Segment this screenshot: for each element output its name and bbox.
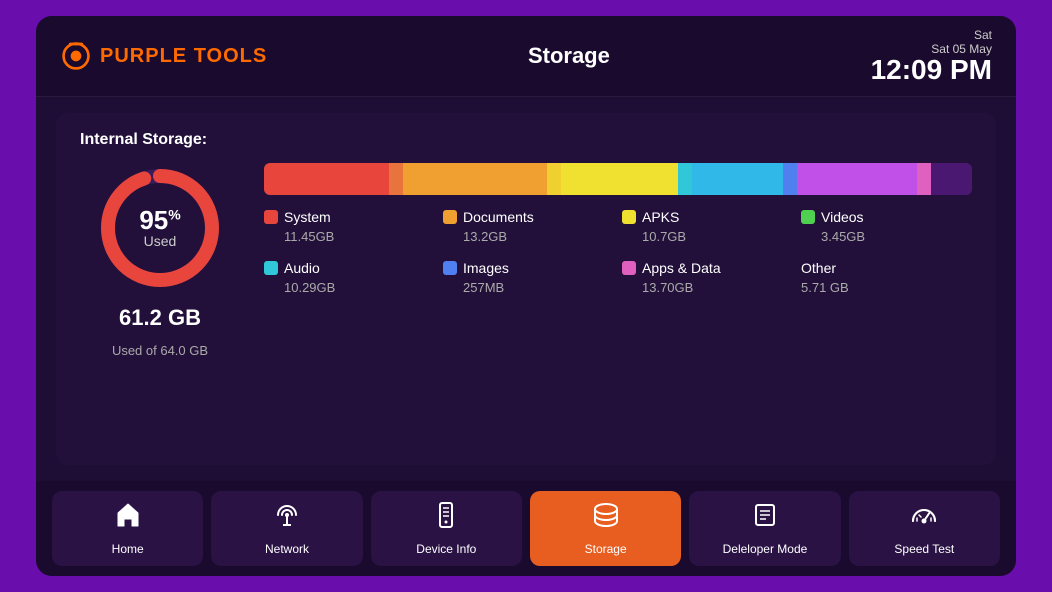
bar-documents [403,163,547,195]
legend-size-system: 11.45GB [264,229,435,244]
nav-developer-mode[interactable]: Deleloper Mode [689,491,840,566]
nav-speed-test[interactable]: Speed Test [849,491,1000,566]
tv-frame: PURPLE TOOLS Storage SatSat 05 May 12:09… [36,16,1016,576]
legend-label-audio: Audio [284,260,320,276]
bar-sep4 [783,163,797,195]
network-icon [273,501,301,536]
legend-appsdata: Apps & Data 13.70GB [622,260,793,295]
developer-icon [751,501,779,536]
legend-audio: Audio 10.29GB [264,260,435,295]
nav-network-label: Network [265,542,309,556]
legend-images: Images 257MB [443,260,614,295]
nav-device-info[interactable]: Device Info [371,491,522,566]
bar-sep3 [678,163,692,195]
bar-sep5 [917,163,931,195]
legend-dot-appsdata [622,261,636,275]
legend-documents: Documents 13.2GB [443,209,614,244]
speedtest-icon [909,501,939,536]
storage-color-bar [264,163,972,195]
legend-label-images: Images [463,260,509,276]
legend-grid: System 11.45GB Documents 13.2GB [264,209,972,295]
legend-system: System 11.45GB [264,209,435,244]
header-date: SatSat 05 May [871,28,992,56]
logo: PURPLE TOOLS [60,40,267,72]
nav-home-label: Home [112,542,144,556]
legend-label-videos: Videos [821,209,864,225]
bar-sep1 [389,163,403,195]
nav-device-info-label: Device Info [416,542,476,556]
storage-icon [591,501,621,536]
legend-dot-audio [264,261,278,275]
header-datetime: SatSat 05 May 12:09 PM [871,28,992,84]
donut-used-label: Used [139,233,180,249]
nav-storage[interactable]: Storage [530,491,681,566]
bar-sep2 [547,163,561,195]
bar-audio [692,163,783,195]
storage-used-of: Used of 64.0 GB [112,343,208,358]
legend-label-apks: APKS [642,209,679,225]
bar-appsdata [797,163,916,195]
bar-apks [561,163,678,195]
legend-size-audio: 10.29GB [264,280,435,295]
main-content: Internal Storage: 95% [36,97,1016,481]
home-icon [114,501,142,536]
storage-body: 95% Used 61.2 GB Used of 64.0 GB [80,163,972,447]
legend-dot-documents [443,210,457,224]
page-title: Storage [528,43,610,69]
legend-dot-apks [622,210,636,224]
nav-network[interactable]: Network [211,491,362,566]
bar-system [264,163,389,195]
bottom-nav: Home Network [36,481,1016,576]
legend-size-videos: 3.45GB [801,229,972,244]
device-icon [432,501,460,536]
donut-percent: 95% [139,207,180,233]
legend-apks: APKS 10.7GB [622,209,793,244]
logo-text: PURPLE TOOLS [100,45,267,68]
legend-size-appsdata: 13.70GB [622,280,793,295]
nav-home[interactable]: Home [52,491,203,566]
storage-total-size: 61.2 GB [119,305,201,331]
legend-size-documents: 13.2GB [443,229,614,244]
legend-label-other: Other [801,260,836,276]
legend-label-documents: Documents [463,209,534,225]
legend-dot-system [264,210,278,224]
storage-label: Internal Storage: [80,131,972,149]
header: PURPLE TOOLS Storage SatSat 05 May 12:09… [36,16,1016,97]
nav-developer-mode-label: Deleloper Mode [723,542,808,556]
bar-other [931,163,972,195]
legend-videos: Videos 3.45GB [801,209,972,244]
logo-icon [60,40,92,72]
legend-label-system: System [284,209,331,225]
nav-storage-label: Storage [585,542,627,556]
legend-dot-images [443,261,457,275]
legend-dot-videos [801,210,815,224]
legend-size-other: 5.71 GB [801,280,972,295]
storage-card: Internal Storage: 95% [56,113,996,465]
legend-size-images: 257MB [443,280,614,295]
legend-label-appsdata: Apps & Data [642,260,721,276]
legend-size-apks: 10.7GB [622,229,793,244]
nav-speed-test-label: Speed Test [894,542,954,556]
donut-chart: 95% Used [95,163,225,293]
legend-other: Other 5.71 GB [801,260,972,295]
donut-center: 95% Used [139,207,180,249]
header-clock: 12:09 PM [871,56,992,84]
storage-right: System 11.45GB Documents 13.2GB [264,163,972,295]
donut-section: 95% Used 61.2 GB Used of 64.0 GB [80,163,240,358]
